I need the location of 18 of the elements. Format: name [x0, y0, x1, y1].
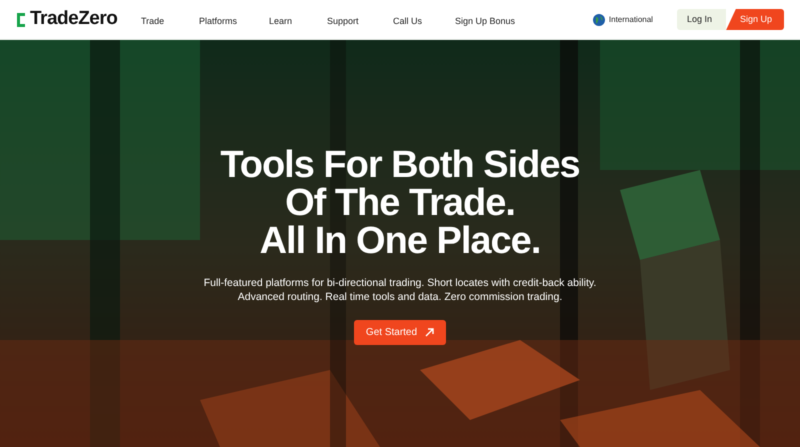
hero-description: Full-featured platforms for bi-directional trading. Short locates with credit-back ability. Advanced routing. Real time tools and data. Zero commission trading.: [202, 276, 598, 304]
nav-link[interactable]: Learn: [269, 16, 292, 26]
nav-link[interactable]: Platforms: [199, 16, 238, 26]
brand-name: TradeZero: [30, 7, 118, 32]
nav-link[interactable]: Call Us: [393, 16, 422, 26]
hero-headline: Tools For Both Sides: [220, 146, 580, 184]
hero-headline: All In One Place.: [260, 222, 540, 260]
globe-icon: [592, 14, 605, 26]
nav-link[interactable]: Support: [327, 16, 359, 26]
arrow-icon: [425, 328, 434, 338]
nav-link[interactable]: Sign Up Bonus: [455, 16, 516, 26]
hero-headline: Of The Trade.: [285, 184, 515, 222]
login-button[interactable]: Log In: [676, 8, 726, 30]
region-label: International: [608, 14, 653, 26]
nav-link[interactable]: Trade: [141, 16, 164, 26]
logo-icon: [16, 12, 26, 28]
get-started-button[interactable]: Get Started: [354, 320, 446, 346]
signup-button[interactable]: Sign Up: [726, 8, 784, 30]
